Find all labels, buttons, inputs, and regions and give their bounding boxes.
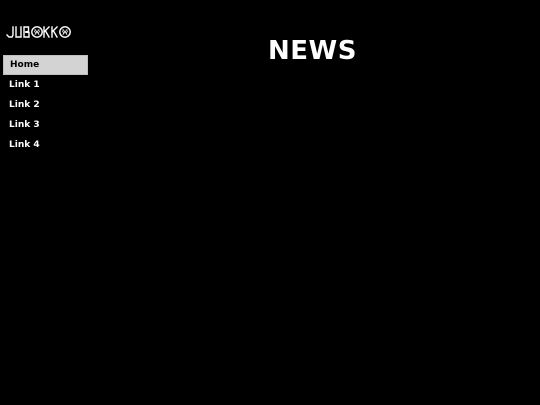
page-title: NEWS xyxy=(268,36,357,66)
sidebar-item-link-1[interactable]: Link 1 xyxy=(3,75,88,95)
sidebar-item-link-3[interactable]: Link 3 xyxy=(3,115,88,135)
sidebar-item-home[interactable]: Home xyxy=(3,55,88,75)
sidebar-item-link-4[interactable]: Link 4 xyxy=(3,135,88,155)
sidebar-item-link-2[interactable]: Link 2 xyxy=(3,95,88,115)
sidebar-nav: Home Link 1 Link 2 Link 3 Link 4 xyxy=(3,55,88,155)
brand-logo[interactable] xyxy=(6,24,86,40)
logo-wordmark-icon xyxy=(6,26,71,38)
page: Home Link 1 Link 2 Link 3 Link 4 NEWS xyxy=(0,0,540,405)
